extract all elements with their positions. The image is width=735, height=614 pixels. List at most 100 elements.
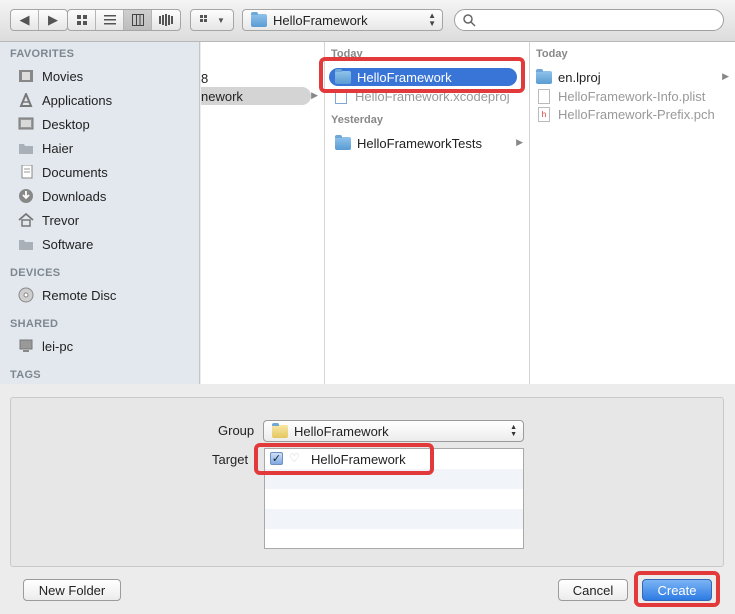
- list-item-label: HelloFramework-Prefix.pch: [558, 106, 715, 122]
- film-icon: [16, 68, 36, 84]
- list-item[interactable]: en.lproj: [536, 68, 726, 86]
- browser-column-1: 8 nework ▶: [201, 42, 325, 384]
- list-item-label: 8: [201, 70, 209, 86]
- back-arrow-icon[interactable]: ◀: [11, 10, 39, 30]
- header-file-icon: h: [538, 106, 550, 122]
- column-view-icon[interactable]: [124, 10, 152, 30]
- create-button[interactable]: Create: [642, 579, 712, 601]
- list-item-label: HelloFrameworkTests: [357, 135, 482, 151]
- list-view-icon[interactable]: [96, 10, 124, 30]
- sidebar-item-trevor[interactable]: Trevor: [16, 209, 79, 231]
- folder-icon: [335, 134, 351, 150]
- disclosure-arrow-icon: ▶: [722, 71, 729, 81]
- sidebar-item-desktop[interactable]: Desktop: [16, 113, 90, 135]
- browser-column-3: Today en.lproj ▶ HelloFramework-Info.pli…: [530, 42, 735, 384]
- search-field[interactable]: [454, 9, 724, 31]
- browser-column-2: Today HelloFramework HelloFramework.xcod…: [325, 42, 530, 384]
- path-popup[interactable]: HelloFramework ▲ ▼: [242, 9, 443, 31]
- folder-icon: [335, 68, 351, 84]
- group-label: Group: [218, 423, 255, 438]
- updown-arrows-icon: ▲ ▼: [428, 11, 436, 28]
- sidebar-item-label: Remote Disc: [42, 287, 117, 303]
- list-item-label: en.lproj: [558, 69, 601, 85]
- list-item[interactable]: 8: [201, 69, 319, 87]
- list-item-label: HelloFramework: [357, 69, 452, 85]
- desktop-icon: [16, 116, 36, 132]
- path-label: HelloFramework: [273, 12, 368, 28]
- sidebar-item-label: Applications: [42, 92, 113, 108]
- forward-arrow-icon[interactable]: ▶: [39, 10, 67, 30]
- sidebar: FAVORITES Movies Applications Desktop Ha…: [0, 42, 200, 384]
- folder-icon: [251, 11, 267, 27]
- sidebar-item-downloads[interactable]: Downloads: [16, 185, 106, 207]
- list-item-selected[interactable]: nework: [201, 87, 311, 105]
- folder-icon: [16, 236, 36, 252]
- arrange-grid-icon: [200, 15, 208, 22]
- sidebar-item-label: Downloads: [42, 188, 107, 204]
- sidebar-item-label: Documents: [42, 164, 108, 180]
- icon-view-icon[interactable]: [68, 10, 96, 30]
- group-folder-icon: [272, 422, 288, 438]
- view-mode-buttons: [67, 9, 181, 31]
- arrange-button[interactable]: ▼: [190, 9, 234, 31]
- disclosure-arrow-icon: ▶: [311, 90, 318, 100]
- list-item[interactable]: HelloFramework-Info.plist: [538, 87, 728, 105]
- sidebar-item-label: Movies: [42, 68, 84, 84]
- folder-icon: [16, 140, 36, 156]
- xcodeproj-icon: [335, 88, 347, 104]
- sidebar-item-haier[interactable]: Haier: [16, 137, 73, 159]
- list-item-label: HelloFramework.xcodeproj: [355, 88, 510, 104]
- devices-header: DEVICES: [10, 267, 61, 279]
- toolbar: ◀ ▶ ▼ HelloFramework ▲ ▼: [0, 0, 735, 42]
- shared-header: SHARED: [10, 318, 59, 330]
- dropdown-arrow-icon: ▼: [217, 15, 225, 25]
- search-icon: [463, 13, 476, 27]
- sidebar-item-label: Haier: [42, 140, 74, 156]
- tags-header: TAGS: [10, 369, 41, 381]
- cancel-button[interactable]: Cancel: [558, 579, 628, 601]
- favorites-header: FAVORITES: [10, 48, 75, 60]
- coverflow-view-icon[interactable]: [152, 10, 180, 30]
- list-item[interactable]: HelloFramework.xcodeproj: [335, 87, 525, 105]
- sidebar-item-documents[interactable]: Documents: [16, 161, 108, 183]
- folder-icon: [536, 68, 552, 84]
- downloads-icon: [16, 188, 36, 204]
- options-area: Group HelloFramework ▲ ▼ Target ✓ ♡ Hello…: [0, 384, 735, 614]
- home-icon: [16, 212, 36, 228]
- sidebar-item-applications[interactable]: Applications: [16, 89, 112, 111]
- sidebar-item-software[interactable]: Software: [16, 233, 93, 255]
- framework-target-icon: ♡: [289, 451, 300, 465]
- new-folder-button[interactable]: New Folder: [23, 579, 121, 601]
- targets-label: Target: [212, 452, 249, 467]
- column-header-today: Today: [331, 48, 363, 60]
- list-item-label: nework: [201, 88, 243, 104]
- target-name: HelloFramework: [311, 452, 406, 467]
- sidebar-item-lei-pc[interactable]: lei-pc: [16, 335, 73, 357]
- documents-icon: [16, 164, 36, 180]
- disc-icon: [16, 287, 36, 303]
- disclosure-arrow-icon: ▶: [516, 137, 523, 147]
- plist-file-icon: [538, 88, 550, 104]
- sidebar-item-movies[interactable]: Movies: [16, 65, 83, 87]
- group-popup[interactable]: HelloFramework ▲ ▼: [263, 420, 524, 442]
- list-stripe: [265, 469, 523, 489]
- list-item-selected[interactable]: HelloFramework: [329, 68, 517, 86]
- sidebar-item-label: Software: [42, 236, 94, 252]
- sidebar-item-label: Trevor: [42, 212, 80, 228]
- sidebar-item-label: lei-pc: [42, 338, 74, 354]
- list-item[interactable]: h HelloFramework-Prefix.pch: [538, 105, 728, 123]
- applications-icon: [16, 92, 36, 108]
- list-item[interactable]: HelloFrameworkTests: [335, 134, 525, 152]
- group-value: HelloFramework: [294, 423, 389, 439]
- targets-list: ✓ ♡ HelloFramework: [264, 448, 524, 549]
- column-header-today: Today: [536, 48, 568, 60]
- target-checkbox[interactable]: ✓: [270, 452, 283, 465]
- sidebar-item-remote-disc[interactable]: Remote Disc: [16, 284, 116, 306]
- column-header-yesterday: Yesterday: [331, 114, 383, 126]
- list-item-label: HelloFramework-Info.plist: [558, 88, 706, 104]
- updown-arrows-icon: ▲ ▼: [510, 424, 517, 438]
- sidebar-item-label: Desktop: [42, 116, 90, 132]
- back-forward-buttons: ◀ ▶: [10, 9, 68, 31]
- computer-icon: [16, 338, 36, 354]
- list-stripe: [265, 509, 523, 529]
